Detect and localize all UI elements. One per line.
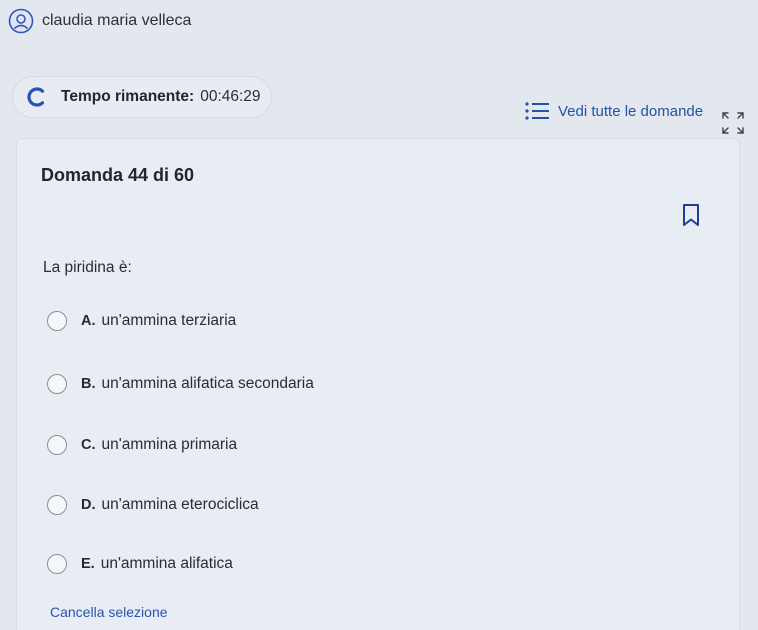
radio-button[interactable] [47,495,67,515]
radio-button[interactable] [47,554,67,574]
option-letter: C. [81,437,96,453]
answer-option-c[interactable]: C. un'ammina primaria [47,435,237,455]
answer-option-d[interactable]: D. un'ammina eterociclica [47,495,259,515]
timer-label: Tempo rimanente: [61,88,195,105]
spinner-icon [25,86,47,108]
view-all-questions-label: Vedi tutte le domande [558,102,704,120]
timer-pill: Tempo rimanente: 00:46:29 [12,76,272,118]
answer-option-a[interactable]: A. un'ammina terziaria [47,311,236,331]
clear-selection-link[interactable]: Cancella selezione [50,604,168,620]
option-letter: E. [81,556,95,572]
radio-button[interactable] [47,435,67,455]
option-text: un'ammina eterociclica [101,496,259,513]
answer-option-e[interactable]: E. un'ammina alifatica [47,554,233,574]
option-letter: D. [81,497,96,513]
quiz-page: claudia maria velleca Tempo rimanente: 0… [0,0,758,630]
option-text: un'ammina alifatica secondaria [101,375,314,392]
user-avatar-icon [8,8,34,34]
user-name: claudia maria velleca [42,12,192,29]
question-card: Domanda 44 di 60 La piridina è: A. un'am… [16,138,740,630]
radio-button[interactable] [47,374,67,394]
option-text: un'ammina alifatica [100,555,233,572]
radio-button[interactable] [47,311,67,331]
question-text: La piridina è: [43,259,132,276]
view-all-questions-link[interactable]: Vedi tutte le domande [524,100,703,122]
option-text: un'ammina terziaria [101,312,237,329]
option-letter: B. [81,376,96,392]
answer-option-b[interactable]: B. un'ammina alifatica secondaria [47,374,314,394]
option-text: un'ammina primaria [101,436,238,453]
timer-value: 00:46:29 [200,88,261,105]
user-info: claudia maria velleca [8,8,191,34]
question-title: Domanda 44 di 60 [41,165,195,185]
bookmark-icon[interactable] [679,201,703,229]
option-letter: A. [81,313,96,329]
expand-icon[interactable] [718,108,748,138]
list-icon [524,100,550,122]
